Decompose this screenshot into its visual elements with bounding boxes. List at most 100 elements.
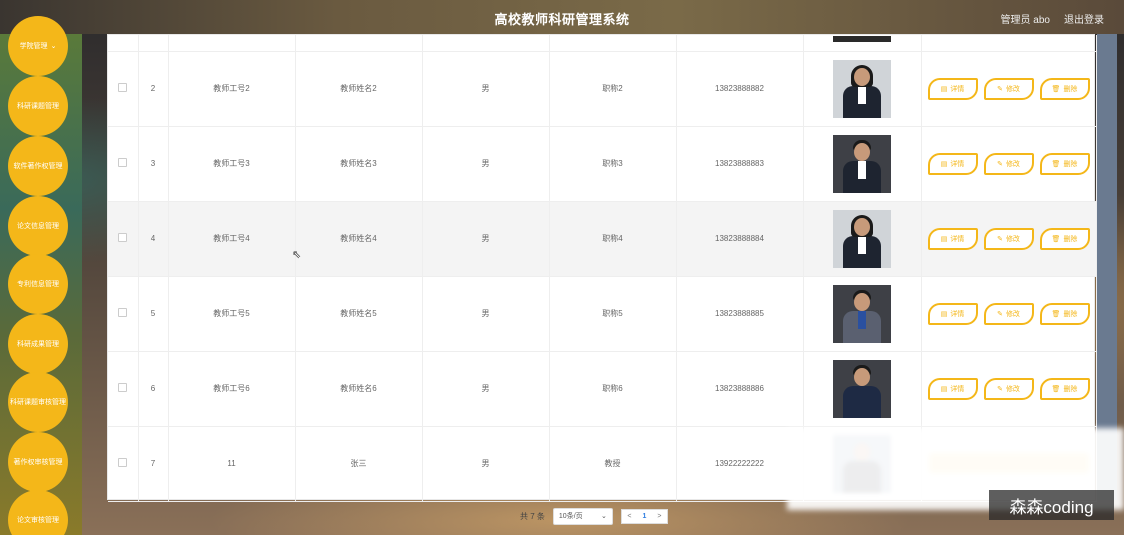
table-row: 3 教师工号3 教师姓名3 男 职称3 13823888883 ▤ 详情 ✎ 修改 … xyxy=(108,126,1097,202)
sidebar-item-paper-review[interactable]: 论文审核管理 xyxy=(8,490,68,535)
teacher-photo xyxy=(833,284,891,343)
teacher-name-cell: 教师姓名4 xyxy=(295,201,423,277)
delete-button[interactable]: 🗑 删除 xyxy=(1039,77,1090,100)
teacher-id-cell: 教师工号5 xyxy=(168,276,296,352)
phone-cell: 13823888885 xyxy=(676,276,804,352)
sidebar-item-label: 学院管理 xyxy=(19,43,48,50)
delete-button[interactable]: 🗑 删除 xyxy=(1039,227,1090,250)
sidebar: 学院管理 ⌄ 科研课题管理 软件著作权管理 论文信息管理 专利信息管理 科研成果… xyxy=(0,16,82,535)
row-checkbox[interactable] xyxy=(118,383,128,392)
total-count: 共 7 条 xyxy=(520,511,545,521)
sidebar-item-label: 软件著作权管理 xyxy=(13,163,63,170)
job-title-cell: 职称6 xyxy=(549,351,677,427)
row-index: 2 xyxy=(138,51,169,127)
detail-label: 详情 xyxy=(950,385,965,393)
gender-cell: 男 xyxy=(422,201,550,277)
edit-button[interactable]: ✎ 修改 xyxy=(983,302,1034,325)
teacher-name-cell: 教师姓名5 xyxy=(295,276,423,352)
detail-button[interactable]: ▤ 详情 xyxy=(927,302,978,325)
teacher-photo xyxy=(833,209,891,268)
prev-page-button[interactable]: < xyxy=(622,513,637,520)
table-row: 5 教师工号5 教师姓名5 男 职称5 13823888885 ▤ 详情 ✎ 修改 … xyxy=(108,276,1097,352)
edit-label: 修改 xyxy=(1005,385,1020,393)
teacher-name-cell: 张三 xyxy=(295,426,423,502)
document-icon: ▤ xyxy=(940,385,948,393)
job-title-cell: 职称2 xyxy=(549,51,677,127)
teacher-id-cell: 教师工号4 xyxy=(168,201,296,277)
row-checkbox[interactable] xyxy=(118,308,128,317)
top-header: 高校教师科研管理系统 管理员 abo 退出登录 xyxy=(0,0,1124,34)
gender-cell: 男 xyxy=(422,51,550,127)
row-index: 3 xyxy=(138,126,169,202)
sidebar-item-research-topic[interactable]: 科研课题管理 xyxy=(8,76,68,136)
current-user: 管理员 abo xyxy=(1000,15,1050,26)
edit-label: 修改 xyxy=(1005,310,1020,318)
sidebar-item-paper-info[interactable]: 论文信息管理 xyxy=(8,196,68,256)
page-size-select[interactable]: 10条/页 ⌄ xyxy=(552,507,613,525)
mouse-cursor-icon: ⇖ xyxy=(292,249,302,261)
sidebar-item-topic-review[interactable]: 科研课题审核管理 xyxy=(8,372,68,432)
document-icon: ▤ xyxy=(940,310,948,318)
logout-link[interactable]: 退出登录 xyxy=(1064,11,1104,26)
pencil-icon: ✎ xyxy=(997,160,1003,168)
detail-button[interactable]: ▤ 详情 xyxy=(927,77,978,100)
teacher-photo xyxy=(833,59,891,118)
edit-label: 修改 xyxy=(1005,235,1020,243)
sidebar-item-copyright-review[interactable]: 著作权审核管理 xyxy=(8,432,68,492)
phone-cell: 13823888882 xyxy=(676,51,804,127)
delete-button[interactable]: 🗑 删除 xyxy=(1039,152,1090,175)
teacher-name-cell: 教师姓名3 xyxy=(295,126,423,202)
delete-label: 删除 xyxy=(1063,385,1078,393)
chevron-down-icon: ⌄ xyxy=(50,43,57,50)
teacher-id-cell: 教师工号2 xyxy=(168,51,296,127)
row-checkbox[interactable] xyxy=(118,233,128,242)
teacher-id-cell: 11 xyxy=(168,426,296,502)
trash-icon: 🗑 xyxy=(1051,85,1061,93)
pencil-icon: ✎ xyxy=(997,310,1003,318)
pencil-icon: ✎ xyxy=(997,85,1003,93)
watermark: 森森coding xyxy=(989,490,1114,520)
sidebar-item-software-copyright[interactable]: 软件著作权管理 xyxy=(8,136,68,196)
delete-button[interactable]: 🗑 删除 xyxy=(1039,377,1090,400)
edit-button[interactable]: ✎ 修改 xyxy=(983,227,1034,250)
sidebar-item-college[interactable]: 学院管理 ⌄ xyxy=(8,16,68,76)
page-size-value: 10条/页 xyxy=(558,513,583,520)
page-number-button[interactable]: 1 xyxy=(637,513,652,520)
sidebar-item-label: 专利信息管理 xyxy=(17,281,59,288)
detail-button[interactable]: ▤ 详情 xyxy=(927,152,978,175)
teacher-id-cell: 教师工号6 xyxy=(168,351,296,427)
detail-button[interactable]: ▤ 详情 xyxy=(927,227,978,250)
sidebar-item-label: 科研课题审核管理 xyxy=(10,399,66,406)
job-title-cell: 职称4 xyxy=(549,201,677,277)
phone-cell: 13823888886 xyxy=(676,351,804,427)
detail-label: 详情 xyxy=(950,85,965,93)
pencil-icon: ✎ xyxy=(997,385,1003,393)
teacher-name-cell: 教师姓名2 xyxy=(295,51,423,127)
trash-icon: 🗑 xyxy=(1051,310,1061,318)
edit-button[interactable]: ✎ 修改 xyxy=(983,377,1034,400)
edit-label: 修改 xyxy=(1005,85,1020,93)
sidebar-item-label: 著作权审核管理 xyxy=(13,459,63,466)
table-row-partial xyxy=(108,35,1097,52)
gender-cell: 男 xyxy=(422,276,550,352)
row-checkbox[interactable] xyxy=(118,158,128,167)
phone-cell: 13922222222 xyxy=(676,426,804,502)
document-icon: ▤ xyxy=(940,235,948,243)
delete-label: 删除 xyxy=(1063,310,1078,318)
delete-button[interactable]: 🗑 删除 xyxy=(1039,302,1090,325)
row-checkbox[interactable] xyxy=(118,83,128,92)
detail-label: 详情 xyxy=(950,310,965,318)
delete-label: 删除 xyxy=(1063,160,1078,168)
edit-button[interactable]: ✎ 修改 xyxy=(983,77,1034,100)
sidebar-item-patent-info[interactable]: 专利信息管理 xyxy=(8,254,68,314)
gender-cell: 男 xyxy=(422,126,550,202)
next-page-button[interactable]: > xyxy=(652,513,667,520)
detail-label: 详情 xyxy=(950,235,965,243)
detail-button[interactable]: ▤ 详情 xyxy=(927,377,978,400)
sidebar-item-research-results[interactable]: 科研成果管理 xyxy=(8,314,68,374)
teacher-id-cell: 教师工号3 xyxy=(168,126,296,202)
edit-button[interactable]: ✎ 修改 xyxy=(983,152,1034,175)
chevron-down-icon: ⌄ xyxy=(601,513,607,520)
delete-label: 删除 xyxy=(1063,85,1078,93)
row-checkbox[interactable] xyxy=(118,458,128,467)
